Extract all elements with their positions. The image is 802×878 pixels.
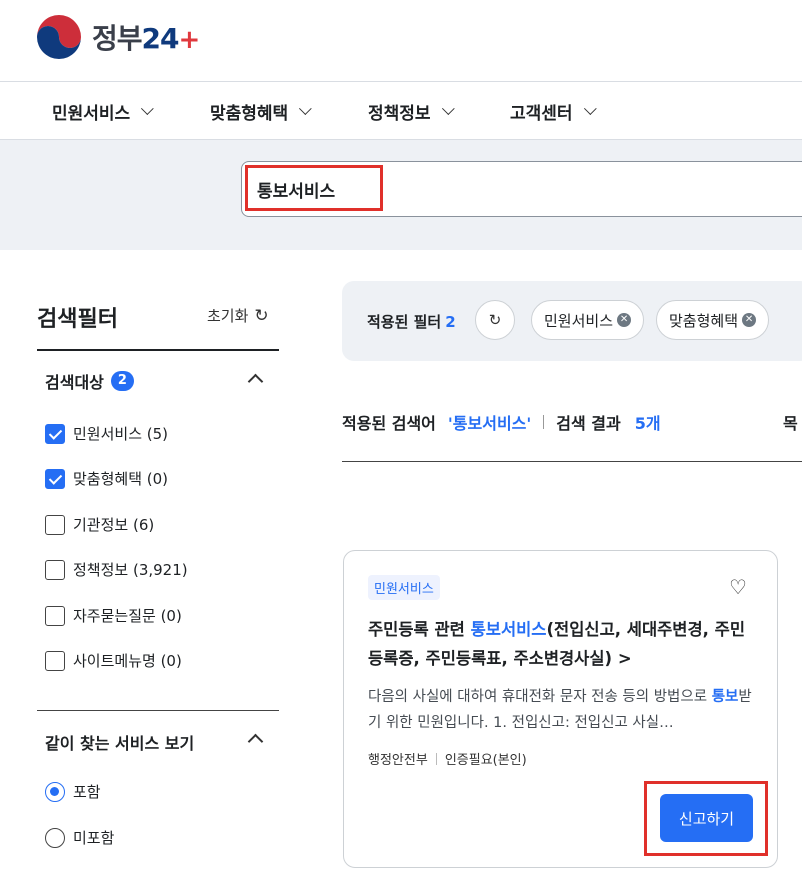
checkbox [45,423,65,444]
filter-refresh-button[interactable]: ↻ [475,300,515,340]
card-description: 다음의 사실에 대하여 휴대전화 문자 전송 등의 방법으로 통보받기 위한 민… [368,689,752,731]
category-tag: 민원서비스 [368,575,440,600]
heart-icon[interactable]: ♡ [729,575,747,599]
filter-title: 검색필터 [37,307,118,332]
plus-icon: + [178,25,201,55]
together-option-include[interactable]: 포함 [45,781,101,802]
checkbox [45,559,65,580]
checkbox [45,650,65,671]
target-count-badge: 2 [110,371,134,391]
together-section-header[interactable]: 같이 찾는 서비스 보기 [45,730,194,754]
divider [435,752,437,765]
divider [543,415,545,429]
checkbox [45,468,65,489]
chevron-down-icon [141,102,154,116]
chevron-up-icon[interactable] [247,733,264,750]
nav-benefits[interactable]: 맞춤형혜택 [210,99,312,124]
close-icon: ✕ [742,313,757,327]
card-title-link[interactable]: 주민등록 관련 통보서비스(전입신고, 세대주변경, 주민등록증, 주민등록표,… [368,615,758,673]
target-option-civil[interactable]: 민원서비스 (5) [45,423,168,444]
brand-name: 정부24+ [92,22,201,55]
result-count: 5개 [634,414,661,433]
applied-filter-label: 적용된 필터 2 [367,313,456,331]
checkbox [45,605,65,626]
list-label-cut[interactable]: 목 [783,410,798,434]
filter-chip-benefit[interactable]: 맞춤형혜택 ✕ [656,300,770,340]
chevron-down-icon [299,102,312,116]
search-keyword: '통보서비스' [447,414,532,433]
search-band [0,140,802,250]
refresh-icon: ↻ [488,311,502,329]
target-option-faq[interactable]: 자주묻는질문 (0) [45,605,182,626]
filter-divider [37,349,279,351]
target-option-org[interactable]: 기관정보 (6) [45,514,154,535]
checkbox [45,514,65,535]
target-option-menu[interactable]: 사이트메뉴명 (0) [45,650,182,671]
apply-button[interactable]: 신고하기 [660,794,753,842]
together-option-exclude[interactable]: 미포함 [45,827,114,848]
chevron-up-icon[interactable] [247,373,264,390]
filter-chip-civil[interactable]: 민원서비스 ✕ [531,300,645,340]
reset-button[interactable]: 초기화 ↻ [207,305,269,326]
target-option-policy[interactable]: 정책정보 (3,921) [45,559,188,580]
target-option-benefit[interactable]: 맞춤형혜택 (0) [45,468,168,489]
result-summary: 적용된 검색어 '통보서비스' 검색 결과 5개 [342,410,661,434]
chevron-down-icon [441,102,455,116]
nav-support[interactable]: 고객센터 [510,99,597,124]
close-icon: ✕ [617,313,632,327]
main-nav: 민원서비스 맞춤형혜택 정책정보 고객센터 [0,82,802,140]
result-divider [342,461,802,462]
refresh-icon: ↻ [254,305,269,326]
nav-civil-service[interactable]: 민원서비스 [52,99,154,124]
taegeuk-logo-icon [37,15,81,59]
radio [45,781,65,802]
card-meta: 행정안전부 인증필요(본인) [368,752,527,768]
section-divider [37,710,279,711]
search-highlight-box [245,165,383,211]
nav-policy[interactable]: 정책정보 [368,99,455,124]
radio [45,827,65,848]
target-section-header[interactable]: 검색대상 2 [45,369,134,393]
chevron-down-icon [583,102,597,116]
site-logo[interactable]: 정부24+ [36,14,201,60]
site-header: 정부24+ [0,0,802,82]
